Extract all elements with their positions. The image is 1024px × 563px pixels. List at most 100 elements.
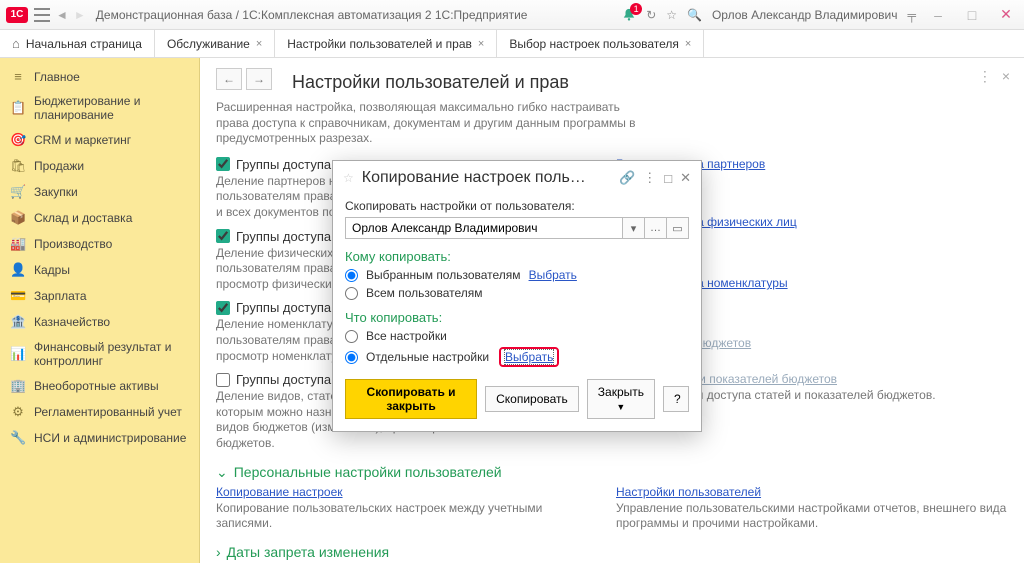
close-icon[interactable]: × xyxy=(256,38,262,50)
radio-all-users[interactable] xyxy=(345,287,358,300)
sidebar-item-label: НСИ и администрирование xyxy=(34,431,186,445)
sidebar-item-main[interactable]: ≡Главное xyxy=(0,64,199,89)
dialog-close-icon[interactable]: ✕ xyxy=(680,170,691,186)
box-icon: 📦 xyxy=(10,210,26,226)
dropdown-icon[interactable]: ▾ xyxy=(623,217,645,239)
chevron-down-icon: ⌄ xyxy=(216,464,228,481)
sidebar-item-label: Внеоборотные активы xyxy=(34,379,159,393)
search-icon[interactable]: 🔍 xyxy=(687,8,702,22)
close-window-icon[interactable]: ✕ xyxy=(994,3,1018,27)
sidebar-item-salary[interactable]: 💳 Зарплата xyxy=(0,283,199,309)
desc-copy: Копирование пользовательских настроек ме… xyxy=(216,501,576,532)
copy-and-close-button[interactable]: Скопировать и закрыть xyxy=(345,379,477,419)
chevron-left-icon[interactable]: ◄ xyxy=(56,8,68,22)
sidebar-item-label: Регламентированный учет xyxy=(34,405,182,419)
window-title: Демонстрационная база / 1С:Комплексная а… xyxy=(96,8,616,22)
user-from-input[interactable] xyxy=(345,217,623,239)
open-icon[interactable]: ▭ xyxy=(667,217,689,239)
copy-button[interactable]: Скопировать xyxy=(485,386,579,412)
history-icon[interactable]: ↻ xyxy=(646,8,656,22)
chevron-down-icon: ▼ xyxy=(616,402,625,412)
page-description: Расширенная настройка, позволяющая макси… xyxy=(216,100,636,147)
sidebar-item-label: Зарплата xyxy=(34,289,87,303)
sidebar-item-label: Продажи xyxy=(34,159,84,173)
sidebar-item-budgeting[interactable]: 📋Бюджетирование и планирование xyxy=(0,89,199,127)
dialog-max-icon[interactable]: □ xyxy=(664,171,672,186)
tab-start-label: Начальная страница xyxy=(26,37,142,51)
sidebar-item-label: Финансовый результат и контроллинг xyxy=(34,340,189,368)
wrench-icon: 🔧 xyxy=(10,430,26,446)
group-dates[interactable]: › Даты запрета изменения xyxy=(216,544,1008,560)
tab-service[interactable]: Обслуживание × xyxy=(155,30,275,57)
label-copy-from: Скопировать настройки от пользователя: xyxy=(345,199,689,213)
tab-start[interactable]: ⌂ Начальная страница xyxy=(0,30,155,57)
tab-users-rights[interactable]: Настройки пользователей и прав × xyxy=(275,30,497,57)
desc-user-settings: Управление пользовательскими настройками… xyxy=(616,501,1008,532)
group-personal-settings[interactable]: ⌄Персональные настройки пользователей xyxy=(216,464,1008,481)
card-icon: 💳 xyxy=(10,288,26,304)
sidebar-item-purchases[interactable]: 🛒 Закупки xyxy=(0,179,199,205)
favorite-icon[interactable]: ☆ xyxy=(666,8,677,22)
page-menu-icon[interactable]: ⋮ xyxy=(978,68,992,85)
copy-settings-dialog: ☆ Копирование настроек поль… 🔗 ⋮ □ ✕ Ско… xyxy=(332,160,702,432)
link-choose-settings[interactable]: Выбрать xyxy=(505,350,553,364)
building-icon: 🏢 xyxy=(10,378,26,394)
chevron-right-icon: › xyxy=(216,544,221,560)
minimize-icon[interactable]: – xyxy=(926,3,950,27)
list-icon: ≡ xyxy=(10,69,26,84)
section-who: Кому копировать: xyxy=(345,249,689,264)
dialog-title: Копирование настроек поль… xyxy=(362,169,611,187)
main-menu-icon[interactable] xyxy=(34,8,50,22)
radio-selected-settings[interactable] xyxy=(345,351,358,364)
sidebar-item-crm[interactable]: 🎯 CRM и маркетинг xyxy=(0,127,199,153)
notification-badge: 1 xyxy=(630,3,642,15)
help-button[interactable]: ? xyxy=(663,386,689,412)
sidebar-item-label: Кадры xyxy=(34,263,70,277)
gear-icon: ⚙ xyxy=(10,404,26,420)
sidebar-item-warehouse[interactable]: 📦 Склад и доставка xyxy=(0,205,199,231)
factory-icon: 🏭 xyxy=(10,236,26,252)
sidebar-item-label: Казначейство xyxy=(34,315,110,329)
cart-icon: 🛒 xyxy=(10,184,26,200)
sidebar-item-admin[interactable]: 🔧 НСИ и администрирование xyxy=(0,425,199,451)
sidebar-item-assets[interactable]: 🏢 Внеоборотные активы xyxy=(0,373,199,399)
sidebar-item-regulated[interactable]: ⚙ Регламентированный учет xyxy=(0,399,199,425)
sidebar-item-label: Склад и доставка xyxy=(34,211,132,225)
link-copy-settings[interactable]: Копирование настроек xyxy=(216,485,343,499)
radio-selected-users[interactable] xyxy=(345,269,358,282)
nav-forward-button[interactable]: → xyxy=(246,68,272,90)
sidebar-item-label: Закупки xyxy=(34,185,78,199)
close-button[interactable]: Закрыть ▼ xyxy=(587,379,655,419)
user-name[interactable]: Орлов Александр Владимирович xyxy=(712,8,898,22)
link-icon[interactable]: 🔗 xyxy=(619,170,635,186)
bank-icon: 🏦 xyxy=(10,314,26,330)
sidebar-item-label: CRM и маркетинг xyxy=(34,133,131,147)
radio-all-settings[interactable] xyxy=(345,330,358,343)
nav-sidebar: ≡Главное 📋Бюджетирование и планирование … xyxy=(0,58,200,563)
app-logo-icon: 1C xyxy=(6,7,28,23)
link-user-settings[interactable]: Настройки пользователей xyxy=(616,485,761,499)
close-icon[interactable]: × xyxy=(685,38,691,50)
ellipsis-icon[interactable]: … xyxy=(645,217,667,239)
nav-back-button[interactable]: ← xyxy=(216,68,242,90)
sidebar-item-sales[interactable]: 🛍Продажи xyxy=(0,153,199,179)
maximize-icon[interactable]: □ xyxy=(960,3,984,27)
sidebar-item-hr[interactable]: 👤Кадры xyxy=(0,257,199,283)
notification-bell-icon[interactable]: 1 xyxy=(622,8,636,22)
sidebar-item-finance[interactable]: 📊 Финансовый результат и контроллинг xyxy=(0,335,199,373)
dialog-star-icon[interactable]: ☆ xyxy=(343,171,354,185)
radio-all-settings-label: Все настройки xyxy=(366,329,447,343)
sidebar-item-label: Производство xyxy=(34,237,112,251)
user-menu-icon[interactable]: ╤ xyxy=(907,8,916,22)
page-close-icon[interactable]: × xyxy=(1002,68,1010,85)
link-choose-users[interactable]: Выбрать xyxy=(529,268,577,282)
target-icon: 🎯 xyxy=(10,132,26,148)
dialog-menu-icon[interactable]: ⋮ xyxy=(643,170,656,186)
chevron-right-icon[interactable]: ► xyxy=(74,8,86,22)
sidebar-item-treasury[interactable]: 🏦 Казначейство xyxy=(0,309,199,335)
chart-icon: 📊 xyxy=(10,346,26,362)
sidebar-item-production[interactable]: 🏭 Производство xyxy=(0,231,199,257)
tab-select-settings[interactable]: Выбор настроек пользователя × xyxy=(497,30,704,57)
close-icon[interactable]: × xyxy=(478,38,484,50)
group-dates-label: Даты запрета изменения xyxy=(227,544,389,560)
